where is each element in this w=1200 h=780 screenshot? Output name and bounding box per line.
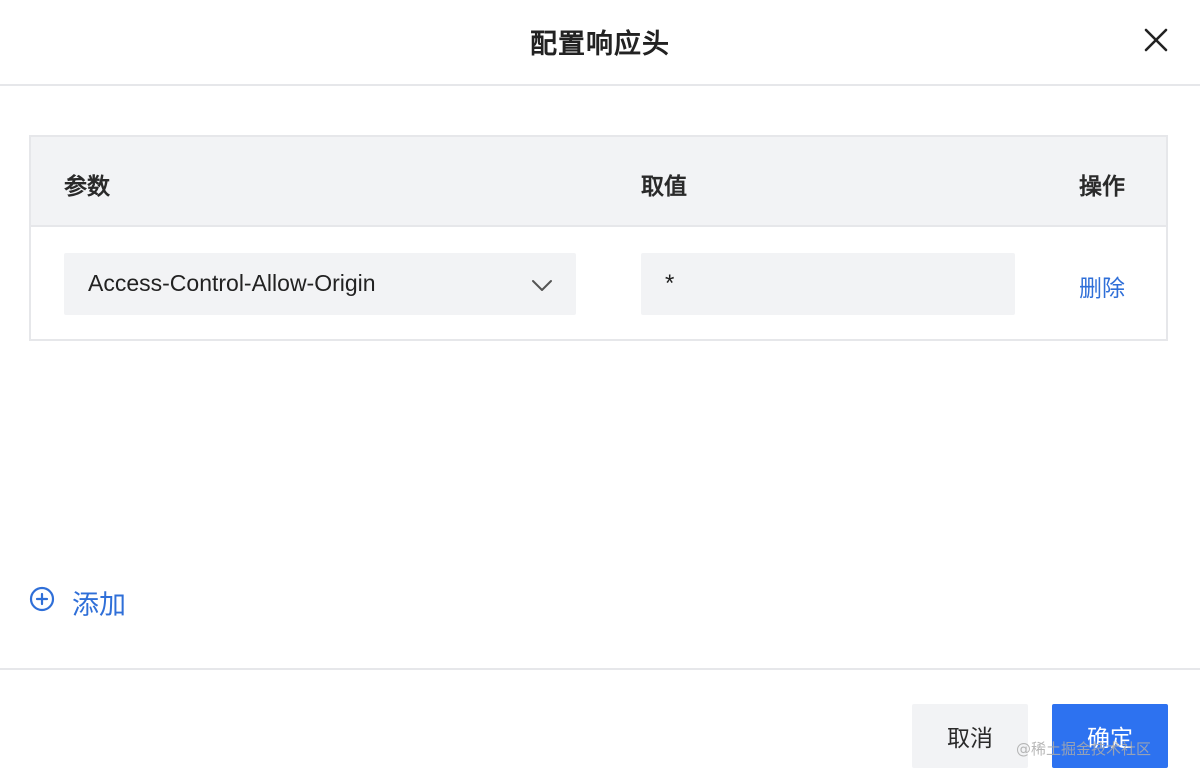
close-button[interactable] [1138, 22, 1174, 58]
column-header-value: 取值 [641, 174, 687, 200]
plus-circle-icon [29, 586, 55, 612]
column-header-action: 操作 [1079, 174, 1125, 200]
table-header: 参数 取值 操作 [31, 137, 1166, 227]
config-response-headers-dialog: 配置响应头 参数 取值 操作 Access-Control-Allow-Orig… [0, 0, 1200, 780]
table-row: Access-Control-Allow-Origin 删除 [31, 227, 1166, 339]
column-header-param: 参数 [64, 174, 110, 200]
headers-table: 参数 取值 操作 Access-Control-Allow-Origin 删除 [29, 135, 1168, 341]
delete-row-button[interactable]: 删除 [1079, 269, 1125, 303]
dialog-footer: 取消 确定 [0, 668, 1200, 780]
param-select[interactable]: Access-Control-Allow-Origin [64, 253, 576, 315]
cancel-button[interactable]: 取消 [912, 704, 1028, 768]
dialog-title: 配置响应头 [530, 29, 670, 60]
close-icon [1144, 28, 1168, 52]
chevron-down-icon [532, 280, 552, 291]
dialog-header: 配置响应头 [0, 0, 1200, 86]
confirm-button[interactable]: 确定 [1052, 704, 1168, 768]
param-select-value: Access-Control-Allow-Origin [88, 270, 376, 296]
value-input[interactable] [641, 253, 1015, 315]
add-row-label: 添加 [72, 590, 126, 621]
